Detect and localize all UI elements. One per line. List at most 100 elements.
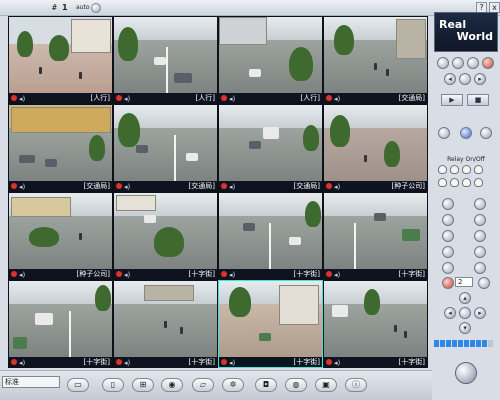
view-16-button[interactable] [482,57,494,69]
playback-icon[interactable]: ▣ [315,378,337,392]
settings-icon[interactable]: ✲ [222,378,244,392]
quad-view-icon[interactable]: ⊞ [132,378,154,392]
focus-near-button[interactable] [442,214,454,226]
camera-feed [219,193,322,269]
camera-caption: ◂) [人行] [9,93,112,103]
iris-close-button[interactable] [474,230,486,242]
next-group-button[interactable]: ▸ [474,73,486,85]
prev-group-button[interactable]: ◂ [444,73,456,85]
single-view-icon[interactable]: ▯ [102,378,124,392]
relay-1-bulb-icon[interactable] [438,165,447,174]
camera-tile[interactable]: ◂) [十字街] [218,192,323,280]
speaker-icon[interactable]: ◂) [124,182,130,191]
focus-far-button[interactable] [474,214,486,226]
camera-tile[interactable]: ◂) [交通局] [113,104,218,192]
camera-tile[interactable]: ◂) [交通局] [323,16,428,104]
relay-5-bulb-icon[interactable] [438,178,447,187]
record-dot-icon [221,95,227,101]
volume-segment [446,340,451,347]
ptz-down-button[interactable]: ▾ [459,322,471,334]
speaker-icon[interactable]: ◂) [124,358,130,367]
relay-8-bulb-icon[interactable] [474,178,483,187]
camera-tile[interactable]: ◂) [十字街] [323,192,428,280]
aux-button[interactable] [442,262,454,274]
camera-tile[interactable]: ◂) [人行] [8,16,113,104]
stop-button[interactable]: ■ [467,94,489,106]
speaker-icon[interactable]: ◂) [334,270,340,279]
speaker-icon[interactable]: ◂) [229,94,235,103]
ptz-up-button[interactable]: ▴ [459,292,471,304]
record-dot-icon [116,271,122,277]
camera-label: [种子公司] [76,270,110,278]
color-adjust-icon[interactable] [460,127,472,139]
camera-feed [114,281,217,357]
camera-caption: ◂) [种子公司] [324,181,427,191]
volume-segment [470,340,475,347]
single-view-icon[interactable]: ▭ [67,378,89,392]
snapshot-icon[interactable] [438,127,450,139]
speaker-icon[interactable]: ◂) [229,270,235,279]
record-icon[interactable]: ◉ [161,378,183,392]
speaker-icon[interactable]: ◂) [334,94,340,103]
title-bar: # 1 auto ? x [0,0,500,16]
camera-tile[interactable]: ◂) [种子公司] [323,104,428,192]
audio-icon[interactable] [480,127,492,139]
camera-tile[interactable]: ◂) [交通局] [218,104,323,192]
camera-tile-selected[interactable]: ◂) [十字街] [218,280,323,368]
camera-tile[interactable]: ◂) [十字街] [113,280,218,368]
view-9-button[interactable] [467,57,479,69]
cycle-button[interactable] [91,3,101,13]
speaker-icon[interactable]: ◂) [19,270,25,279]
speaker-icon[interactable]: ◂) [19,182,25,191]
camera-tile[interactable]: ◂) [十字街] [113,192,218,280]
camera-feed [114,105,217,181]
volume-bar[interactable] [434,340,496,347]
speaker-icon[interactable]: ◂) [19,358,25,367]
folder-icon[interactable]: ▱ [192,378,214,392]
light-button[interactable] [442,246,454,258]
view-4-button[interactable] [452,57,464,69]
wiper-button[interactable] [474,246,486,258]
camera-tile[interactable]: ◂) [十字街] [323,280,428,368]
speaker-icon[interactable]: ◂) [124,94,130,103]
logo-line-2: World [456,30,493,43]
view-1-button[interactable] [437,57,449,69]
ptz-center-button[interactable] [459,307,471,319]
preset-go-button[interactable] [478,277,490,289]
relay-4-bulb-icon[interactable] [474,165,483,174]
zoom-out-button[interactable] [474,198,486,210]
full-screen-button[interactable] [459,73,471,85]
camera-icon[interactable]: ◘ [255,378,277,392]
play-button[interactable]: ▶ [441,94,463,106]
record-dot-icon [221,183,227,189]
alarm-button[interactable] [442,277,454,289]
network-icon[interactable]: ◍ [285,378,307,392]
power-button[interactable] [455,362,477,384]
speaker-icon[interactable]: ◂) [124,270,130,279]
preset-select[interactable]: 2 [455,277,473,287]
camera-feed [324,17,427,93]
camera-caption: ◂) [交通局] [114,181,217,191]
volume-segment [482,340,487,347]
relay-2-bulb-icon[interactable] [450,165,459,174]
speaker-icon[interactable]: ◂) [334,358,340,367]
speaker-icon[interactable]: ◂) [334,182,340,191]
info-icon[interactable]: ⓘ [345,378,367,392]
camera-tile[interactable]: ◂) [交通局] [8,104,113,192]
camera-tile[interactable]: ◂) [种子公司] [8,192,113,280]
zoom-in-button[interactable] [442,198,454,210]
ptz-left-button[interactable]: ◂ [444,307,456,319]
relay-6-bulb-icon[interactable] [450,178,459,187]
speaker-icon[interactable]: ◂) [229,182,235,191]
camera-tile[interactable]: ◂) [十字街] [8,280,113,368]
speaker-icon[interactable]: ◂) [229,358,235,367]
brush-icon[interactable] [474,262,486,274]
speaker-icon[interactable]: ◂) [19,94,25,103]
relay-3-bulb-icon[interactable] [462,165,471,174]
camera-tile[interactable]: ◂) [人行] [113,16,218,104]
ptz-right-button[interactable]: ▸ [474,307,486,319]
camera-tile[interactable]: ◂) [人行] [218,16,323,104]
iris-open-button[interactable] [442,230,454,242]
video-grid: ◂) [人行] ◂) [人行] ◂) [人行] ◂) [交通局] ◂) [交通局… [8,16,428,368]
relay-7-bulb-icon[interactable] [462,178,471,187]
